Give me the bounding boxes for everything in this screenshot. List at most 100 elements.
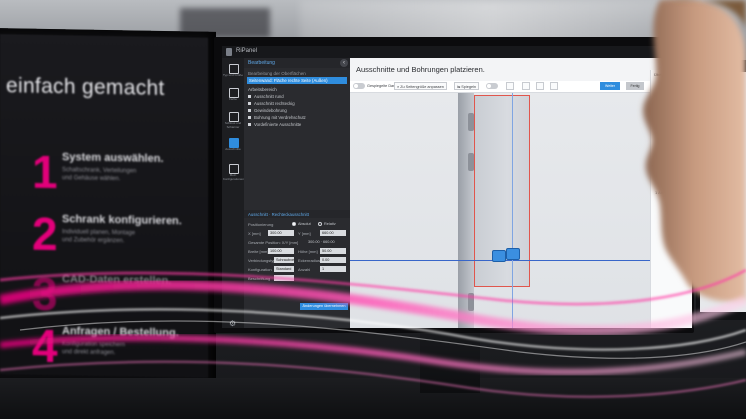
property-row: Breite [mm] 100.00 Höhe [mm] 50.00	[248, 248, 348, 255]
property-label: Eckenradius	[298, 258, 321, 263]
step-heading: Anfragen / Bestellung.	[62, 325, 179, 340]
cutout-rect[interactable]	[492, 250, 506, 262]
mirror-button[interactable]: ⇋ Spiegeln	[454, 82, 480, 90]
mirror-label: Spiegeln	[461, 85, 477, 89]
step-line: und Gehäuse wählen.	[62, 175, 121, 183]
radio-label: Absolut	[298, 222, 311, 226]
property-label: Breite [mm]	[248, 249, 269, 254]
tool-item[interactable]: Ausschnitt rechteckig	[248, 101, 295, 107]
photo-scene: einfach gemacht 1 System auswählen. Scha…	[0, 0, 746, 419]
y-input[interactable]: 660.00	[320, 230, 346, 236]
rail-item-cutouts[interactable]: Ausschnitte	[223, 136, 243, 158]
step-number: 3	[32, 267, 58, 321]
property-label: Anzahl	[298, 267, 311, 272]
property-row: Konfiguration Standard Anzahl 1	[248, 266, 348, 273]
left-monitor-screen: einfach gemacht 1 System auswählen. Scha…	[0, 34, 208, 378]
tool-item-label: Bohrung mit Verdrehschutz	[254, 115, 306, 120]
property-label: Verbindungstyp	[248, 258, 276, 263]
copy-icon[interactable]	[536, 82, 544, 90]
tool-bullet-icon	[248, 116, 251, 120]
rail-item-configurations[interactable]: Mein Konfigurationen	[223, 162, 245, 184]
step-heading: System auswählen.	[62, 151, 164, 165]
property-row: Gesamte Position: X/Y [mm] 300.00 · 660.…	[248, 239, 348, 246]
rail-item-color[interactable]: Farbe	[223, 86, 243, 108]
tool-item[interactable]: Gewindebohrung	[248, 108, 287, 114]
work-title: Ausschnitte und Bohrungen platzieren.	[356, 65, 485, 74]
config-select[interactable]: Standard	[274, 266, 294, 272]
grid-toggle[interactable]	[486, 83, 498, 89]
tool-bullet-icon	[248, 102, 251, 106]
property-label: Y [mm]	[298, 231, 311, 236]
panel-header-title: Bearbeitung	[248, 60, 275, 66]
tool-bullet-icon	[248, 123, 251, 127]
x-input[interactable]: 300.00	[268, 230, 294, 236]
step-heading: CAD-Daten erstellen.	[62, 273, 172, 288]
tool-item[interactable]: Vordefinierte Ausschnitte	[248, 122, 301, 128]
left-monitor-title: einfach gemacht	[6, 74, 165, 100]
cutout-rect[interactable]	[506, 248, 520, 260]
chevron-left-icon[interactable]: ‹	[340, 59, 348, 67]
fit-to-side-label: Zu Seitengröße anpassen	[400, 85, 444, 89]
gear-icon[interactable]: ⚙	[229, 320, 236, 328]
person-silhouette	[643, 0, 746, 302]
tool-item-label: Ausschnitt rund	[254, 94, 284, 99]
rail-item-label: Mein Konfigurationen	[223, 173, 245, 181]
fit-to-side-button[interactable]: ⌕ Zu Seitengröße anpassen	[394, 82, 447, 90]
tool-item-label: Ausschnitt rechteckig	[254, 101, 295, 106]
count-input[interactable]: 1	[320, 266, 346, 272]
app-logo-icon	[226, 48, 232, 56]
width-input[interactable]: 100.00	[268, 248, 294, 254]
tool-item[interactable]: Ausschnitt rund	[248, 94, 284, 100]
properties-title: Ausschnitt · Rechteckausschnitt	[248, 212, 309, 217]
step-1: 1 System auswählen. Schaltschrank, Verte…	[32, 145, 202, 198]
positioning-label: Positionierung	[248, 222, 274, 227]
label-input[interactable]	[274, 275, 294, 281]
hinge	[468, 293, 474, 311]
undo-icon[interactable]	[506, 82, 514, 90]
redo-icon[interactable]	[522, 82, 530, 90]
tool-item[interactable]: Bohrung mit Verdrehschutz	[248, 115, 306, 121]
rail-item-label: Farbe	[229, 97, 237, 101]
property-label: Beschriftung	[248, 276, 271, 281]
rail-item-lock-hinge[interactable]: Schloss und Scharnier	[223, 110, 243, 132]
tool-item-label: Vordefinierte Ausschnitte	[254, 122, 302, 127]
panel-subtitle: Bearbeitung der Oberflächen	[248, 71, 306, 76]
step-line: Schaltschrank, Verteilungen	[62, 167, 137, 175]
property-label: Höhe [mm]	[298, 249, 318, 254]
radius-input[interactable]: 0.00	[320, 257, 346, 263]
step-heading: Schrank konfigurieren.	[62, 213, 182, 228]
delete-icon[interactable]	[550, 82, 558, 90]
positioning-row: Positionierung Absolut Relativ	[248, 221, 348, 228]
step-number: 4	[32, 319, 58, 373]
face	[643, 0, 746, 302]
panel-group-label: Arbeitsbereich	[248, 87, 277, 92]
step-2: 2 Schrank konfigurieren. Individuell pla…	[32, 207, 202, 260]
property-row: X [mm] 300.00 Y [mm] 660.00	[248, 230, 348, 237]
radio-label: Relativ	[324, 222, 336, 226]
properties-header: Ausschnitt · Rechteckausschnitt	[244, 210, 350, 218]
rail-item-type-size[interactable]: Typ und Größe	[223, 62, 243, 84]
apply-changes-button[interactable]: Änderungen übernehmen	[300, 303, 348, 310]
selected-surface[interactable]: Seitenwand: Fläche rechte Seite (Außen)	[247, 77, 347, 84]
connection-select[interactable]: Schraubverbindung	[274, 257, 294, 263]
edit-panel: Bearbeitung ‹ Bearbeitung der Oberfläche…	[244, 58, 350, 328]
guide-line-vertical	[512, 93, 513, 328]
rail-item-label: Typ und Größe	[223, 73, 244, 77]
left-monitor: einfach gemacht 1 System auswählen. Scha…	[0, 28, 216, 392]
tool-item-label: Gewindebohrung	[254, 108, 287, 113]
height-input[interactable]: 50.00	[320, 248, 346, 254]
position-readout: 300.00 · 660.00	[308, 240, 335, 244]
radio-relative[interactable]	[318, 222, 322, 226]
panel-header: Bearbeitung ‹	[244, 58, 350, 68]
step-line: und Zubehör ergänzen.	[62, 237, 125, 245]
step-line: Konfiguration speichern	[62, 341, 126, 349]
radio-absolute[interactable]	[292, 222, 296, 226]
step-line: Individuell planen, Montage	[62, 229, 136, 237]
property-row: Verbindungstyp Schraubverbindung Eckenra…	[248, 257, 348, 264]
nav-rail: Typ und Größe Farbe Schloss und Scharnie…	[222, 58, 244, 328]
mirror-view-toggle[interactable]	[353, 83, 365, 89]
tool-bullet-icon	[248, 95, 251, 99]
step-3: 3 CAD-Daten erstellen.	[32, 267, 202, 320]
property-row: Beschriftung	[248, 275, 348, 282]
step-line: und direkt anfragen.	[62, 349, 116, 357]
